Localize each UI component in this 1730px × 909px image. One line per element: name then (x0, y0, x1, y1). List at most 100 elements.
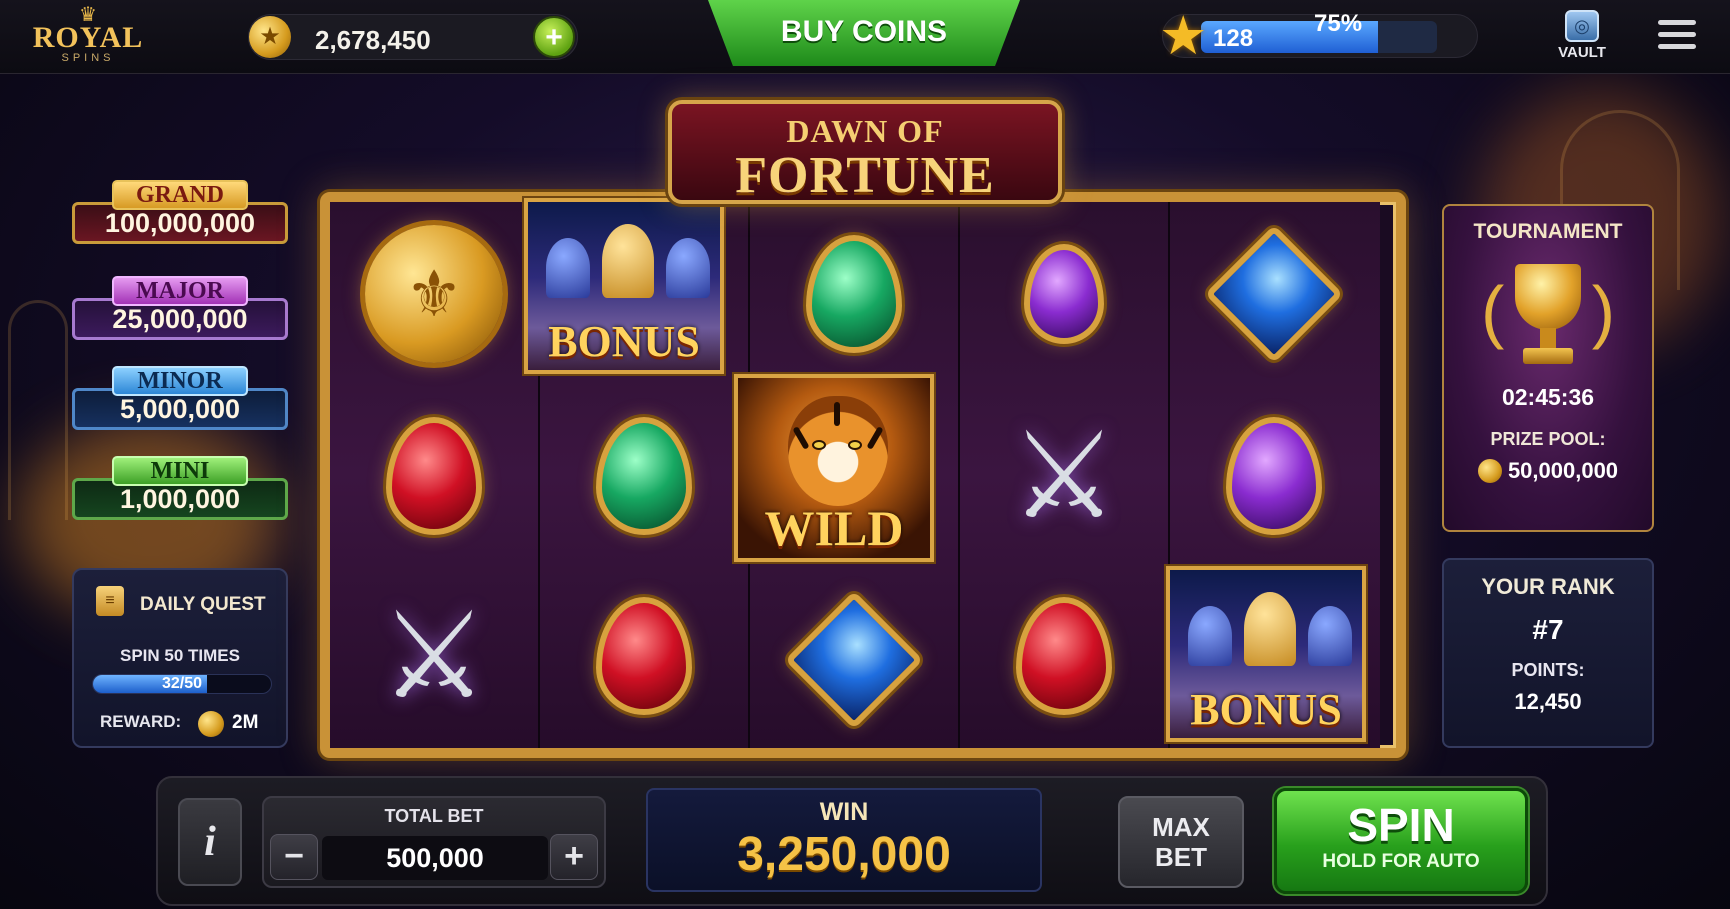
jackpot-mini: 1,000,000 MINI (72, 456, 288, 520)
logo-text: ROYAL (32, 21, 144, 54)
symbol-purple-gem (964, 206, 1164, 382)
game-title-top: DAWN OF (786, 113, 944, 149)
tournament-panel[interactable]: TOURNAMENT ( ) 02:45:36 PRIZE POOL: 50,0… (1442, 204, 1654, 532)
jackpot-major: 25,000,000 MAJOR (72, 276, 288, 340)
symbol-bonus: BONUS (524, 198, 724, 374)
tiger-eye (812, 440, 826, 450)
tiger-stripe (866, 426, 884, 450)
gold-coin-icon: ⚜ (365, 225, 503, 363)
scroll-icon: ≡ (96, 586, 124, 616)
increase-bet-button[interactable]: + (550, 834, 598, 880)
coin-balance: ★ 2,678,450 + (248, 14, 578, 60)
laurel-icon: ( (1481, 272, 1505, 350)
total-bet-label: TOTAL BET (384, 806, 484, 826)
coin-balance-value: 2,678,450 (315, 25, 431, 55)
vault-icon: ◎ (1565, 10, 1599, 42)
symbol-bonus: BONUS (1166, 566, 1366, 742)
laurel-icon: ) (1591, 272, 1615, 350)
symbol-red-gem (334, 388, 534, 564)
add-coins-button[interactable]: + (533, 16, 575, 58)
info-button[interactable]: i (178, 798, 242, 886)
win-value: 3,250,000 (737, 828, 951, 881)
prize-pool-value: 50,000,000 (1507, 458, 1619, 483)
max-bet-button[interactable]: MAX BET (1118, 796, 1244, 888)
tournament-timer: 02:45:36 (1501, 384, 1595, 410)
spin-button[interactable]: SPIN HOLD FOR AUTO (1274, 788, 1528, 894)
symbol-crossed-swords: ⚔ (334, 568, 534, 744)
vault-label: VAULT (1558, 44, 1606, 61)
spin-sublabel: HOLD FOR AUTO (1322, 851, 1480, 872)
trophy-cup (1515, 264, 1581, 330)
trophy-base (1523, 348, 1573, 364)
symbol-wild: WILD (734, 374, 934, 562)
jackpot-label: MAJOR (112, 276, 248, 306)
dome-shape (1244, 592, 1296, 666)
game-title: DAWN OF FORTUNE (668, 100, 1062, 204)
crossed-swords-icon: ⚔ (380, 589, 488, 723)
dome-shape (1188, 606, 1232, 666)
control-bar: i TOTAL BET − 500,000 + WIN 3,250,000 MA… (156, 776, 1548, 906)
symbol-green-gem (544, 388, 744, 564)
quest-reward-value: 2M (232, 712, 259, 733)
spin-label: SPIN (1347, 799, 1455, 851)
rank-title: YOUR RANK (1481, 574, 1615, 599)
rank-panel[interactable]: YOUR RANK #7 POINTS: 12,450 (1442, 558, 1654, 748)
total-bet-panel: TOTAL BET − 500,000 + (262, 796, 606, 888)
daily-quest-panel[interactable]: ≡ DAILY QUEST SPIN 50 TIMES 32/50 REWARD… (72, 568, 288, 748)
win-display: WIN 3,250,000 (646, 788, 1042, 892)
jackpot-label: MINOR (112, 366, 248, 396)
prize-pool: 50,000,000 (1444, 458, 1652, 484)
total-bet-value: 500,000 (322, 836, 548, 880)
blue-gem-icon (784, 590, 924, 730)
rank-points-label: POINTS: (1511, 660, 1585, 680)
logo: ♛ ROYAL SPINS (28, 5, 148, 68)
red-gem-icon (596, 597, 692, 715)
prize-pool-label: PRIZE POOL: (1490, 429, 1606, 449)
quest-reward-label: REWARD: (100, 712, 182, 731)
jackpot-minor: 5,000,000 MINOR (72, 366, 288, 430)
reel-frame: ⚜ ⚔ BONUS WILD ⚔ BONUS (320, 192, 1406, 758)
jackpot-label: GRAND (112, 180, 248, 210)
dome-shape (1308, 606, 1352, 666)
dome-shape (602, 224, 654, 298)
win-label: WIN (819, 798, 869, 826)
tiger-stripe (834, 402, 840, 426)
tiger-eye (848, 440, 862, 450)
blue-gem-icon (1204, 224, 1344, 364)
bonus-label: BONUS (548, 317, 700, 366)
symbol-purple-gem (1174, 388, 1374, 564)
symbol-blue-gem (754, 572, 954, 748)
background-arch (8, 300, 68, 520)
jackpot-label: MINI (112, 456, 248, 486)
bonus-label: BONUS (1190, 685, 1342, 734)
dome-shape (666, 238, 710, 298)
green-gem-icon (806, 235, 902, 353)
red-gem-icon (386, 417, 482, 535)
tiger-icon (788, 396, 888, 506)
level-percent: 75% (1314, 10, 1363, 37)
quest-task: SPIN 50 TIMES (120, 646, 240, 665)
wild-label: WILD (764, 500, 904, 556)
rank-points: 12,450 (1514, 689, 1582, 714)
star-icon: ★ (1159, 6, 1208, 66)
jackpot-grand: 100,000,000 GRAND (72, 180, 288, 244)
symbol-gold-coin: ⚜ (334, 206, 534, 382)
symbol-red-gem (964, 568, 1164, 744)
tiger-stripe (792, 426, 810, 450)
trophy-icon: ( ) (1481, 256, 1615, 376)
dome-shape (546, 238, 590, 298)
rank-position: #7 (1532, 614, 1564, 645)
hamburger-menu-icon[interactable] (1658, 20, 1696, 52)
level-number: 128 (1213, 25, 1254, 52)
top-bar: ♛ ROYAL SPINS ★ 2,678,450 + BUY COINS ★ … (0, 0, 1730, 74)
buy-coins-button[interactable]: BUY COINS (708, 0, 1020, 66)
decrease-bet-button[interactable]: − (270, 834, 318, 880)
daily-quest-title: DAILY QUEST (140, 594, 266, 615)
crossed-swords-icon: ⚔ (1010, 409, 1118, 543)
vault-button[interactable]: ◎ VAULT (1552, 10, 1612, 66)
purple-gem-icon (1226, 417, 1322, 535)
trophy-stem (1540, 328, 1556, 350)
symbol-blue-gem (1174, 206, 1374, 382)
coin-icon (1477, 459, 1502, 483)
quest-progress-text: 32/50 (161, 675, 203, 692)
